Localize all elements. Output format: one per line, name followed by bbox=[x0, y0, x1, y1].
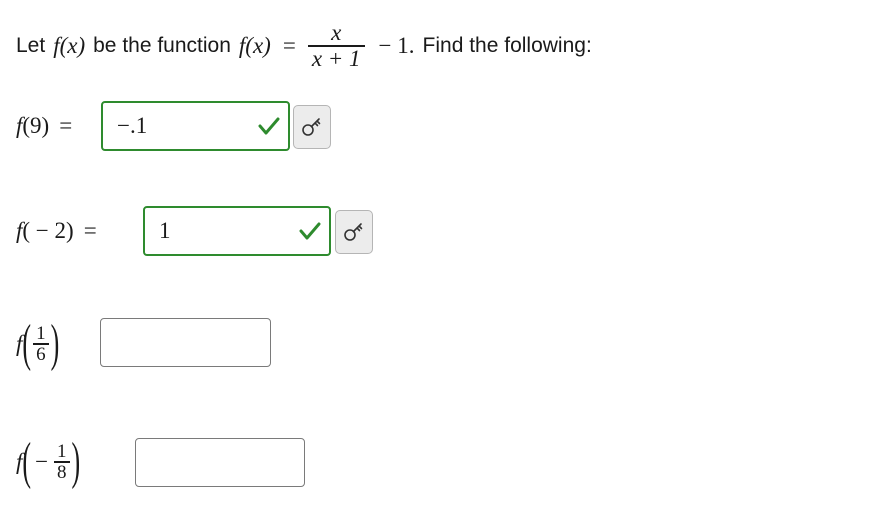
problem-statement: Let f(x) be the function f(x) = x x + 1 … bbox=[16, 20, 592, 70]
answer-value-1[interactable]: −.1 bbox=[103, 113, 256, 139]
q2-equals: = bbox=[83, 218, 97, 243]
prompt-equals: = bbox=[282, 33, 296, 58]
q3-paren-close: ) bbox=[50, 314, 60, 372]
prompt-minus-one: − 1. bbox=[378, 33, 415, 58]
q4-frac-den: 8 bbox=[57, 461, 67, 483]
answer-value-2[interactable]: 1 bbox=[145, 218, 297, 244]
fraction-numerator: x bbox=[331, 20, 342, 46]
answer-key-button-1[interactable] bbox=[293, 105, 331, 149]
q4-fraction: 1 8 bbox=[54, 442, 70, 482]
q3-frac-den: 6 bbox=[36, 343, 46, 365]
q3-paren-open: ( bbox=[22, 314, 32, 372]
answer-input-2[interactable]: 1 bbox=[143, 206, 331, 256]
q2-arg: ( − 2) bbox=[22, 218, 74, 243]
q1-arg: (9) bbox=[22, 113, 50, 138]
prompt-lead: Let bbox=[16, 34, 46, 57]
prompt-fx-2: f(x) bbox=[238, 33, 271, 58]
q4-paren-close: ) bbox=[71, 432, 81, 490]
answer-input-3[interactable] bbox=[100, 318, 271, 367]
q3-frac-num: 1 bbox=[36, 323, 46, 345]
question-2-label: f ( − 2) = bbox=[16, 209, 97, 253]
prompt-middle: be the function bbox=[93, 34, 231, 57]
check-icon bbox=[258, 117, 280, 135]
key-icon bbox=[302, 118, 321, 136]
q3-fraction: 1 6 bbox=[33, 324, 49, 364]
answer-input-4[interactable] bbox=[135, 438, 305, 487]
answer-key-button-2[interactable] bbox=[335, 210, 373, 254]
prompt-fx: f(x) bbox=[53, 33, 86, 58]
q1-equals: = bbox=[59, 113, 73, 138]
q4-paren-open: ( bbox=[22, 432, 32, 490]
q4-sign: − bbox=[35, 449, 49, 474]
check-icon bbox=[299, 222, 321, 240]
prompt-fraction: x x + 1 bbox=[307, 20, 365, 71]
key-icon bbox=[344, 223, 363, 241]
prompt-tail: Find the following: bbox=[422, 34, 592, 57]
question-4-label: f ( − 1 8 ) bbox=[16, 430, 80, 494]
fraction-denominator: x + 1 bbox=[311, 45, 361, 71]
answer-input-1[interactable]: −.1 bbox=[101, 101, 290, 151]
q4-frac-num: 1 bbox=[57, 441, 67, 463]
question-1-label: f (9) = bbox=[16, 104, 72, 148]
question-3-label: f ( 1 6 ) bbox=[16, 312, 59, 376]
